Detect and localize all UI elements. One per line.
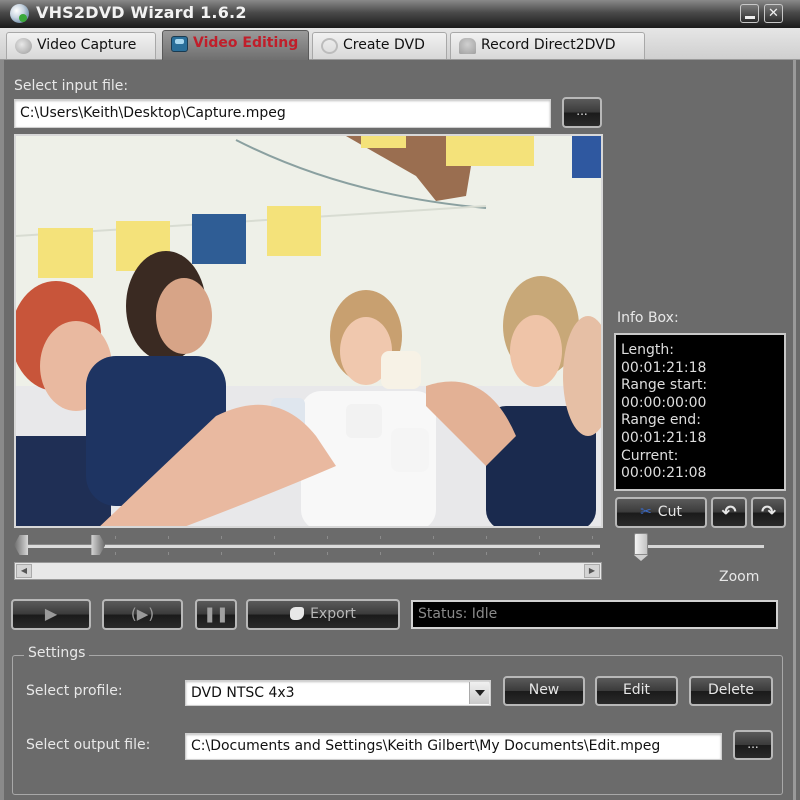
- pause-icon: ❚❚: [203, 605, 229, 623]
- timeline-tick: [274, 552, 275, 555]
- timeline-tick: [539, 536, 540, 539]
- window-title: VHS2DVD Wizard 1.6.2: [36, 3, 247, 22]
- scissors-icon: ✂: [640, 504, 652, 520]
- timeline-tick: [486, 552, 487, 555]
- info-current-value: 00:00:21:08: [621, 465, 707, 482]
- tab-record-direct2dvd[interactable]: Record Direct2DVD: [450, 32, 645, 59]
- window-left-border: [0, 60, 4, 800]
- info-box-label: Info Box:: [617, 310, 679, 326]
- redo-button[interactable]: ↷: [751, 497, 786, 528]
- zoom-slider-track: [640, 545, 764, 548]
- timeline-tick: [433, 536, 434, 539]
- timeline-tick: [592, 536, 593, 539]
- timeline-tick: [115, 552, 116, 555]
- info-range-start-value: 00:00:00:00: [621, 394, 707, 411]
- minimize-button[interactable]: [740, 4, 759, 23]
- tab-video-capture[interactable]: Video Capture: [6, 32, 156, 59]
- video-preview[interactable]: [14, 134, 603, 528]
- browse-output-button[interactable]: ...: [733, 730, 773, 760]
- info-range-end-label: Range end:: [621, 412, 701, 429]
- timeline-tick: [168, 536, 169, 539]
- play-range-button[interactable]: (▶): [102, 599, 183, 630]
- timeline-tick: [380, 536, 381, 539]
- timeline-track: [22, 544, 600, 548]
- play-icon: ▶: [44, 604, 58, 623]
- status-field: Status: Idle: [411, 600, 778, 629]
- export-button[interactable]: Export: [246, 599, 400, 630]
- tab-video-editing[interactable]: Video Editing: [162, 30, 309, 60]
- zoom-slider[interactable]: [632, 530, 767, 566]
- disc-icon: [321, 38, 338, 54]
- timeline-tick: [274, 536, 275, 539]
- input-file-label: Select input file:: [14, 78, 129, 94]
- window-right-border: [793, 60, 796, 800]
- timeline-tick: [221, 536, 222, 539]
- new-profile-button[interactable]: New: [503, 676, 585, 706]
- info-length-value: 00:01:21:18: [621, 359, 707, 376]
- browse-input-button[interactable]: ...: [562, 97, 602, 128]
- tab-create-dvd[interactable]: Create DVD: [312, 32, 447, 59]
- title-bar: VHS2DVD Wizard 1.6.2 ✕: [0, 0, 800, 28]
- dropdown-arrow-icon[interactable]: [469, 682, 489, 704]
- info-current-label: Current:: [621, 447, 679, 464]
- profile-label: Select profile:: [26, 683, 123, 699]
- timeline-tick: [486, 536, 487, 539]
- export-label: Export: [310, 606, 356, 622]
- timeline-tick: [168, 552, 169, 555]
- zoom-slider-handle-tip: [634, 555, 648, 561]
- play-button[interactable]: ▶: [11, 599, 91, 630]
- timeline-tick: [592, 552, 593, 555]
- tab-label: Video Capture: [37, 37, 137, 53]
- input-file-field[interactable]: C:\Users\Keith\Desktop\Capture.mpeg: [14, 99, 551, 128]
- delete-profile-button[interactable]: Delete: [689, 676, 773, 706]
- tab-label: Video Editing: [193, 35, 299, 51]
- zoom-slider-handle[interactable]: [634, 533, 648, 555]
- cut-label: Cut: [657, 504, 682, 520]
- info-box: Length: 00:01:21:18 Range start: 00:00:0…: [614, 333, 786, 491]
- pause-button[interactable]: ❚❚: [195, 599, 237, 630]
- timeline-tick: [221, 552, 222, 555]
- timeline-slider[interactable]: [14, 533, 602, 555]
- camera-icon: [15, 38, 32, 54]
- profile-select[interactable]: DVD NTSC 4x3: [185, 680, 491, 706]
- tab-label: Record Direct2DVD: [481, 37, 616, 53]
- close-button[interactable]: ✕: [764, 4, 783, 23]
- export-icon: [290, 607, 305, 620]
- info-length-label: Length:: [621, 342, 675, 358]
- redo-icon: ↷: [760, 502, 777, 523]
- timeline-tick: [433, 552, 434, 555]
- timeline-tick: [380, 552, 381, 555]
- tab-label: Create DVD: [343, 37, 425, 53]
- timeline-tick: [539, 552, 540, 555]
- video-frame-image: [16, 136, 601, 526]
- cut-button[interactable]: ✂ Cut: [615, 497, 707, 528]
- undo-button[interactable]: ↶: [711, 497, 747, 528]
- edit-profile-button[interactable]: Edit: [595, 676, 678, 706]
- app-logo-icon: [10, 4, 29, 23]
- tab-strip: Video Capture Video Editing Create DVD R…: [0, 28, 800, 60]
- record-icon: [459, 38, 476, 54]
- scroll-right-arrow-icon[interactable]: ▶: [584, 564, 600, 578]
- zoom-label: Zoom: [719, 569, 760, 585]
- position-handle[interactable]: [91, 535, 106, 555]
- undo-icon: ↶: [721, 502, 737, 523]
- range-start-handle[interactable]: [14, 535, 28, 555]
- play-range-icon: (▶): [130, 605, 155, 623]
- timeline-tick: [327, 536, 328, 539]
- scroll-left-arrow-icon[interactable]: ◀: [16, 564, 32, 578]
- output-file-label: Select output file:: [26, 737, 151, 753]
- film-editing-icon: [171, 36, 188, 52]
- timeline-tick: [115, 536, 116, 539]
- info-range-start-label: Range start:: [621, 377, 708, 394]
- info-range-end-value: 00:01:21:18: [621, 429, 707, 446]
- horizontal-scrollbar[interactable]: ◀ ▶: [14, 562, 602, 580]
- output-file-field[interactable]: C:\Documents and Settings\Keith Gilbert\…: [185, 733, 722, 760]
- settings-legend: Settings: [24, 645, 90, 661]
- timeline-tick: [327, 552, 328, 555]
